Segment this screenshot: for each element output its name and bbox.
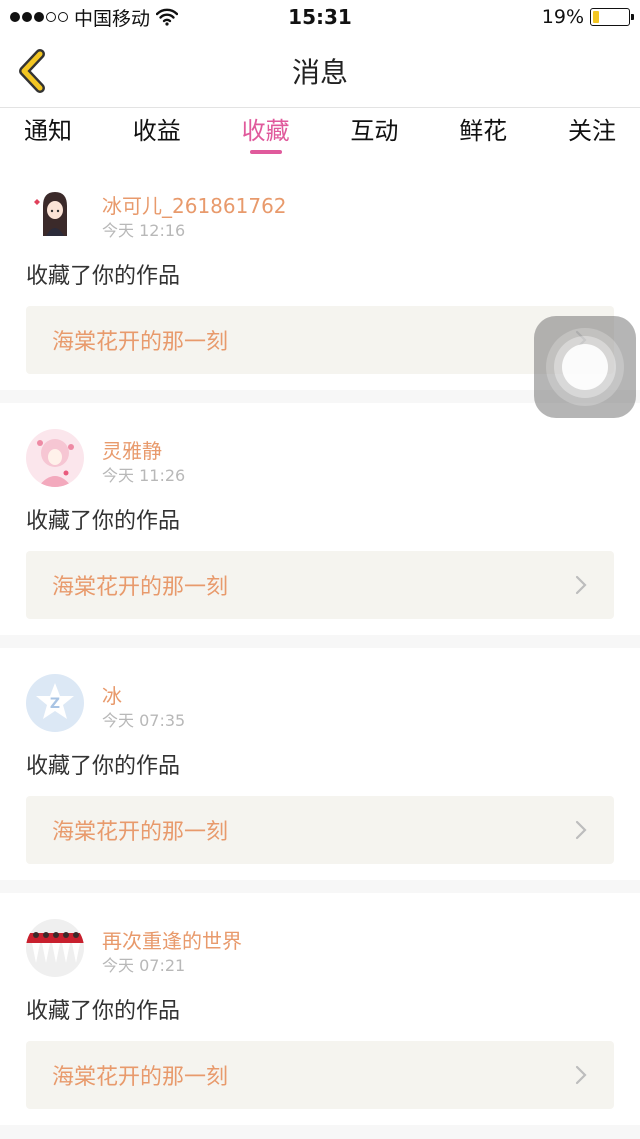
carrier-label: 中国移动 — [74, 7, 151, 30]
username[interactable]: 灵雅静 — [102, 439, 185, 463]
chevron-right-icon — [575, 1065, 587, 1085]
action-text: 收藏了你的作品 — [26, 754, 181, 779]
assistive-touch-button[interactable] — [534, 316, 636, 418]
status-left: 中国移动 — [10, 4, 179, 31]
tab-favorites[interactable]: 收藏 — [242, 108, 290, 158]
user-row: 再次重逢的世界 今天 07:21 — [26, 919, 614, 989]
tab-follows[interactable]: 关注 — [568, 108, 616, 158]
battery-percent: 19% — [541, 6, 584, 28]
user-meta: 再次重逢的世界 今天 07:21 — [102, 919, 242, 977]
username[interactable]: 冰 — [102, 684, 185, 708]
timestamp: 今天 11:26 — [102, 466, 186, 485]
user-meta: 灵雅静 今天 11:26 — [102, 429, 185, 487]
back-button[interactable] — [14, 48, 58, 94]
action-text: 收藏了你的作品 — [26, 509, 181, 534]
chevron-right-icon — [575, 575, 587, 595]
user-meta: 冰 今天 07:35 — [102, 674, 185, 732]
battery-fill — [593, 11, 600, 23]
action-text: 收藏了你的作品 — [26, 264, 181, 289]
timestamp: 今天 07:35 — [102, 711, 186, 730]
status-right: 19% — [541, 6, 634, 28]
status-bar: 中国移动 15:31 19% — [0, 0, 640, 34]
navigation-bar: 消息 — [0, 34, 640, 108]
wifi-icon — [156, 8, 179, 26]
user-row: 冰可儿_261861762 今天 12:16 — [26, 184, 614, 254]
work-link[interactable]: 海棠花开的那一刻 — [26, 306, 614, 374]
username[interactable]: 再次重逢的世界 — [102, 929, 242, 953]
assistive-touch-icon — [546, 328, 624, 406]
chevron-right-icon — [575, 820, 587, 840]
tab-earnings[interactable]: 收益 — [133, 108, 181, 158]
signal-strength-icon — [10, 12, 68, 22]
user-row: Z 冰 今天 07:35 — [26, 674, 614, 744]
message-list: 冰可儿_261861762 今天 12:16 收藏了你的作品 海棠花开的那一刻 — [0, 158, 640, 1138]
work-link[interactable]: 海棠花开的那一刻 — [26, 551, 614, 619]
tab-flowers[interactable]: 鲜花 — [459, 108, 507, 158]
tab-bar: 通知 收益 收藏 互动 鲜花 关注 — [0, 108, 640, 158]
page-title: 消息 — [291, 55, 348, 89]
work-title: 海棠花开的那一刻 — [52, 330, 229, 355]
dancers-avatar[interactable] — [26, 919, 84, 977]
pink-anime-avatar[interactable] — [26, 429, 84, 487]
timestamp: 今天 12:16 — [102, 221, 186, 240]
message-card: 灵雅静 今天 11:26 收藏了你的作品 海棠花开的那一刻 — [0, 403, 640, 635]
tab-notifications[interactable]: 通知 — [24, 108, 72, 158]
message-card: Z 冰 今天 07:35 收藏了你的作品 海棠花开的那一刻 — [0, 648, 640, 880]
battery-icon — [590, 8, 634, 26]
action-text: 收藏了你的作品 — [26, 999, 181, 1024]
work-link[interactable]: 海棠花开的那一刻 — [26, 796, 614, 864]
anime-girl-avatar[interactable] — [26, 184, 84, 242]
work-title: 海棠花开的那一刻 — [52, 1065, 229, 1090]
work-title: 海棠花开的那一刻 — [52, 820, 229, 845]
message-card: 再次重逢的世界 今天 07:21 收藏了你的作品 海棠花开的那一刻 — [0, 893, 640, 1125]
user-meta: 冰可儿_261861762 今天 12:16 — [102, 184, 287, 242]
tab-interactions[interactable]: 互动 — [350, 108, 398, 158]
work-title: 海棠花开的那一刻 — [52, 575, 229, 600]
svg-text:Z: Z — [50, 696, 60, 712]
username[interactable]: 冰可儿_261861762 — [102, 194, 287, 218]
default-qq-avatar[interactable]: Z — [26, 674, 84, 732]
timestamp: 今天 07:21 — [102, 956, 186, 975]
work-link[interactable]: 海棠花开的那一刻 — [26, 1041, 614, 1109]
user-row: 灵雅静 今天 11:26 — [26, 429, 614, 499]
chevron-left-icon — [19, 49, 45, 93]
